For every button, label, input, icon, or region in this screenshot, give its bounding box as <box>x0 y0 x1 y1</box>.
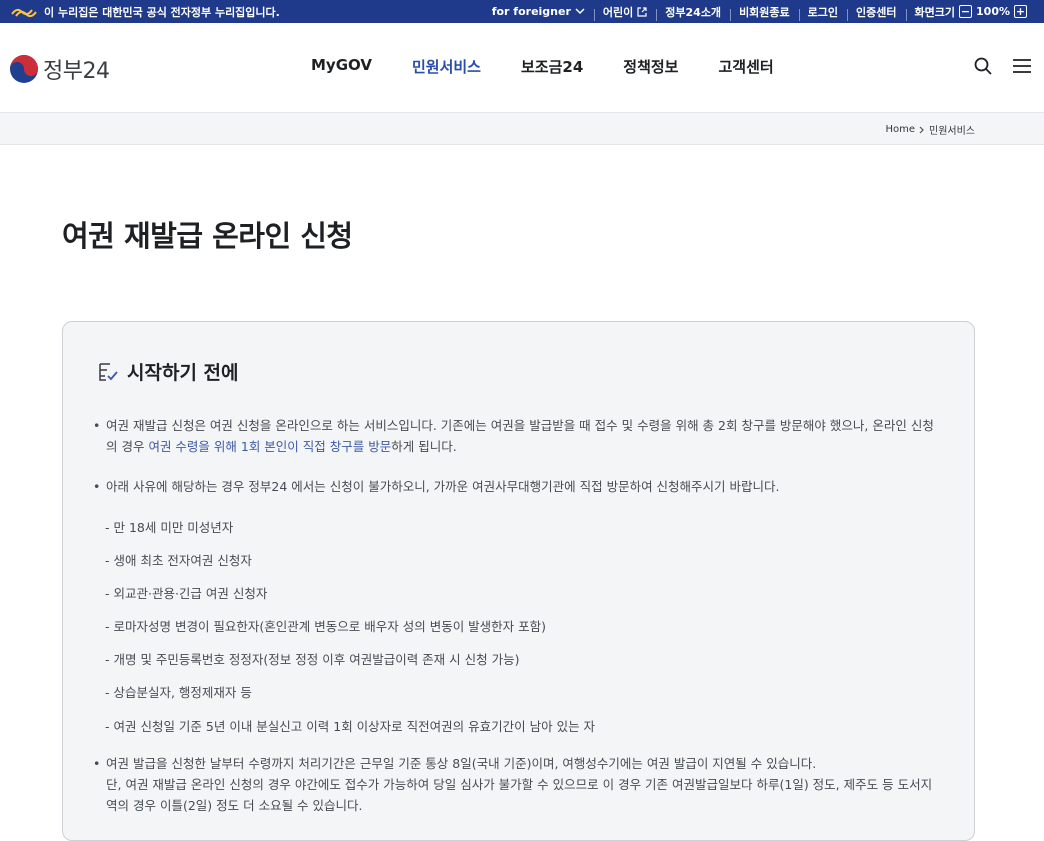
gov-notice[interactable]: 이 누리집은 대한민국 공식 전자정부 누리집입니다. <box>10 0 280 23</box>
search-icon[interactable] <box>974 57 992 75</box>
notice-online-tail: 하게 됩니다. <box>391 439 457 454</box>
about-label: 정부24소개 <box>665 5 722 19</box>
list-item: - 여권 신청일 기준 5년 이내 분실신고 이력 1회 이상자로 직전여권의 … <box>105 719 596 734</box>
nav-mygov[interactable]: MyGOV <box>311 56 372 77</box>
not-eligible-text: 아래 사유에 해당하는 경우 정부24 에서는 신청이 불가하오니, 가까운 여… <box>106 479 780 494</box>
kids-label: 어린이 <box>602 5 634 19</box>
list-item: - 로마자성명 변경이 필요한자(혼인관계 변동으로 배우자 성의 변동이 발생… <box>105 619 547 634</box>
guest-exit-link[interactable]: 비회원종료 <box>730 4 799 21</box>
notice-processing-time: • 여권 발급을 신청한 날부터 수령까지 처리기간은 근무일 기준 통상 8일… <box>93 753 943 816</box>
foreigner-menu[interactable]: for foreigner <box>483 5 594 18</box>
foreigner-label: for foreigner <box>491 5 571 18</box>
before-start-box: 시작하기 전에 • 여권 재발급 신청은 여권 신청을 온라인으로 하는 서비스… <box>62 321 975 841</box>
before-start-heading: 시작하기 전에 <box>97 358 239 385</box>
checklist-icon <box>99 362 118 381</box>
notice-online-highlight: 여권 수령을 위해 1회 본인이 직접 창구를 방문 <box>148 439 392 454</box>
list-item: - 만 18세 미만 미성년자 <box>105 520 234 535</box>
gov-banner: 이 누리집은 대한민국 공식 전자정부 누리집입니다. for foreigne… <box>0 0 1044 23</box>
logo-text: 정부24 <box>43 59 110 84</box>
external-link-icon <box>637 6 647 17</box>
list-item: - 생애 최초 전자여권 신청자 <box>105 553 252 568</box>
bullet-dot: • <box>93 756 101 771</box>
list-item: - 개명 및 주민등록번호 정정자(정보 정정 이후 여권발급이력 존재 시 신… <box>105 652 520 667</box>
breadcrumb: Home 민원서비스 <box>885 122 975 137</box>
guest-exit-label: 비회원종료 <box>739 5 790 19</box>
zoom-in-button[interactable]: + <box>1014 5 1027 18</box>
breadcrumb-home[interactable]: Home <box>885 124 915 135</box>
chevron-right-icon <box>919 126 924 133</box>
chevron-down-icon <box>575 8 585 15</box>
notice-not-eligible: • 아래 사유에 해당하는 경우 정부24 에서는 신청이 불가하오니, 가까운… <box>93 476 943 497</box>
screen-size-label: 화면크기 <box>914 5 956 19</box>
taegeuk-logo-icon <box>10 55 38 83</box>
login-label: 로그인 <box>807 5 839 19</box>
bullet-dot: • <box>93 479 101 494</box>
before-start-title: 시작하기 전에 <box>127 362 239 384</box>
nav-civil-service[interactable]: 민원서비스 <box>412 56 481 77</box>
nav-customer-center[interactable]: 고객센터 <box>718 56 773 77</box>
taegeuk-mark-icon <box>11 8 37 17</box>
site-logo[interactable]: 정부24 <box>9 53 110 85</box>
processing-time-text: 여권 발급을 신청한 날부터 수령까지 처리기간은 근무일 기준 통상 8일(국… <box>106 756 817 771</box>
login-link[interactable]: 로그인 <box>798 4 847 21</box>
breadcrumb-current[interactable]: 민원서비스 <box>929 122 975 137</box>
list-item: - 외교관·관용·긴급 여권 신청자 <box>105 586 268 601</box>
breadcrumb-bar: Home 민원서비스 <box>0 113 1044 145</box>
zoom-value: 100% <box>976 5 1010 18</box>
about-link[interactable]: 정부24소개 <box>656 4 730 21</box>
nav-policy-info[interactable]: 정책정보 <box>623 56 678 77</box>
cert-center-label: 인증센터 <box>856 5 897 19</box>
cert-center-link[interactable]: 인증센터 <box>847 4 905 21</box>
gov-notice-text: 이 누리집은 대한민국 공식 전자정부 누리집입니다. <box>44 5 280 19</box>
bullet-dot: • <box>93 418 101 433</box>
hamburger-menu-icon[interactable] <box>1013 58 1031 74</box>
processing-time-extra-text: 단, 여권 재발급 온라인 신청의 경우 야간에도 접수가 가능하여 당일 심사… <box>106 777 933 813</box>
main-nav: MyGOV 민원서비스 보조금24 정책정보 고객센터 <box>311 56 774 77</box>
site-header: 정부24 MyGOV 민원서비스 보조금24 정책정보 고객센터 <box>0 23 1044 113</box>
list-item: - 상습분실자, 행정제재자 등 <box>105 685 252 700</box>
screen-size-control: 화면크기 − 100% + <box>905 4 1036 21</box>
page-title: 여권 재발급 온라인 신청 <box>62 219 353 253</box>
notice-online-visit: • 여권 재발급 신청은 여권 신청을 온라인으로 하는 서비스입니다. 기존에… <box>93 415 943 457</box>
kids-link[interactable]: 어린이 <box>593 4 656 21</box>
zoom-out-button[interactable]: − <box>959 5 973 18</box>
nav-subsidy24[interactable]: 보조금24 <box>521 56 583 77</box>
